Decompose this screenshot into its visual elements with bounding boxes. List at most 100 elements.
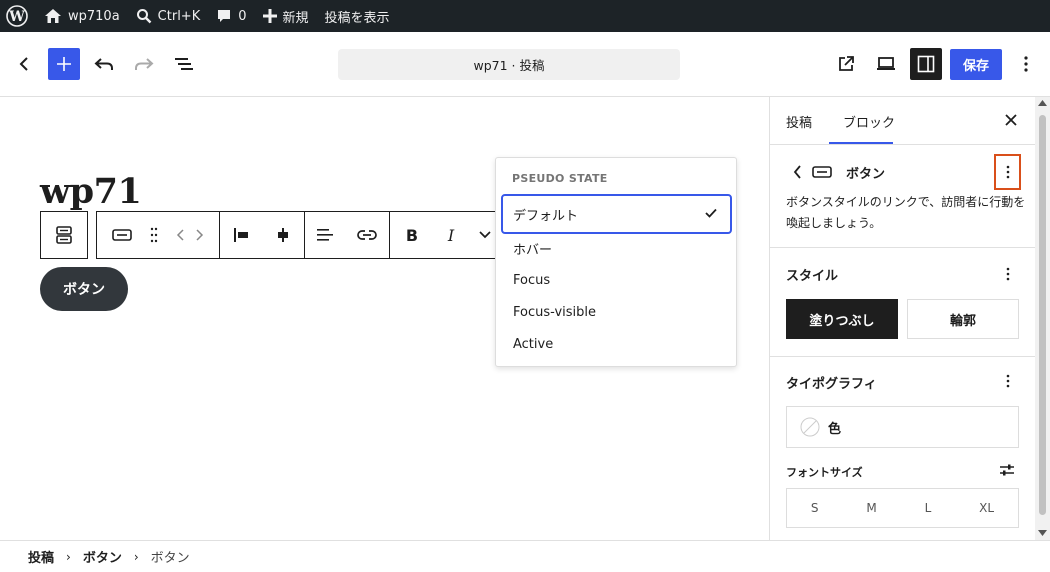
- typography-options-button[interactable]: [996, 369, 1020, 393]
- chevron-left-right-icon: [176, 229, 204, 241]
- view-post-button[interactable]: [830, 48, 862, 80]
- chevron-left-icon: [19, 57, 28, 71]
- settings-sliders-icon: [1000, 464, 1014, 476]
- color-swatch-icon: [800, 417, 820, 437]
- new-content-link[interactable]: 新規: [255, 0, 317, 32]
- button-block[interactable]: ボタン: [40, 267, 128, 311]
- align-left-icon: [317, 229, 333, 241]
- redo-icon: [135, 58, 154, 70]
- style-label: 塗りつぶし: [809, 313, 875, 329]
- drag-handle[interactable]: [147, 212, 161, 258]
- select-parent-button[interactable]: [41, 212, 87, 258]
- button-block-icon: [112, 229, 132, 241]
- justify-left-icon: [234, 228, 248, 242]
- breadcrumb-item-post[interactable]: 投稿: [28, 547, 54, 566]
- post-title[interactable]: wp71: [40, 171, 142, 212]
- more-vertical-icon: [1006, 165, 1009, 179]
- style-fill-button[interactable]: 塗りつぶし: [786, 299, 898, 339]
- buttons-block-icon: [56, 226, 72, 244]
- justify-left-button[interactable]: [220, 212, 262, 258]
- chevron-right-icon: ›: [133, 549, 139, 564]
- option-label: Active: [513, 336, 554, 352]
- block-back-button[interactable]: [786, 160, 810, 184]
- tab-label: 投稿: [786, 115, 813, 131]
- plus-icon: [57, 57, 71, 71]
- external-link-icon: [839, 56, 854, 71]
- style-outline-button[interactable]: 輪郭: [907, 299, 1019, 339]
- scrollbar-thumb[interactable]: [1039, 115, 1046, 515]
- font-size-label: フォントサイズ: [786, 466, 863, 479]
- font-size-option-m[interactable]: M: [866, 501, 876, 515]
- site-name: wp710a: [68, 8, 120, 24]
- link-button[interactable]: [345, 212, 389, 258]
- color-setting-button[interactable]: 色: [786, 406, 1019, 448]
- sidebar-icon: [917, 55, 935, 73]
- option-label: Focus-visible: [513, 304, 597, 320]
- chevron-left-icon: [793, 165, 801, 179]
- font-size-custom-button[interactable]: [995, 458, 1019, 482]
- svg-text:B: B: [406, 227, 418, 243]
- shortcut-label: Ctrl+K: [157, 8, 201, 24]
- scroll-down-icon: [1038, 530, 1047, 536]
- text-align-button[interactable]: [305, 212, 345, 258]
- redo-button[interactable]: [128, 48, 160, 80]
- tab-block[interactable]: ブロック: [843, 97, 895, 145]
- back-button[interactable]: [8, 48, 40, 80]
- option-label: Focus: [513, 272, 551, 288]
- undo-button[interactable]: [88, 48, 120, 80]
- list-view-icon: [175, 58, 193, 70]
- comments-count: 0: [238, 8, 247, 24]
- comments-link[interactable]: 0: [208, 0, 254, 32]
- breadcrumb-item-buttons[interactable]: ボタン: [83, 547, 122, 566]
- view-post-link[interactable]: 投稿を表示: [317, 0, 398, 32]
- block-type-button[interactable]: [97, 212, 147, 258]
- drag-handle-icon: [150, 227, 158, 243]
- move-buttons[interactable]: [161, 212, 219, 258]
- block-description: ボタンスタイルのリンクで、訪問者に行動を喚起しましょう。: [786, 195, 1026, 230]
- style-label: 輪郭: [949, 313, 976, 329]
- pseudo-state-menu: PSEUDO STATE デフォルト ホバー Focus Focus-visib…: [495, 157, 737, 367]
- justify-center-icon: [278, 228, 288, 242]
- document-title-bar[interactable]: wp71 · 投稿: [338, 49, 680, 80]
- search-icon: [136, 9, 152, 24]
- undo-icon: [94, 58, 113, 70]
- wordpress-logo-icon[interactable]: W: [0, 0, 36, 32]
- new-label: 新規: [282, 10, 309, 26]
- close-sidebar-button[interactable]: [999, 108, 1023, 132]
- settings-sidebar: 投稿 ブロック ボタン ボタンスタイルのリンクで、訪問者に行動を喚起しましょう。…: [769, 97, 1050, 540]
- save-button[interactable]: 保存: [950, 49, 1002, 80]
- options-menu-button[interactable]: [1010, 48, 1042, 80]
- chevron-down-icon: [479, 231, 491, 239]
- tab-label: ブロック: [843, 115, 896, 131]
- admin-bar: W wp710a Ctrl+K 0 新規 投稿を表示: [0, 0, 1050, 32]
- site-name-link[interactable]: wp710a: [36, 0, 128, 32]
- check-icon: [705, 208, 717, 218]
- block-card-title: ボタン: [846, 167, 886, 182]
- svg-text:W: W: [8, 9, 25, 25]
- scroll-up-icon: [1038, 100, 1047, 106]
- desktop-icon: [877, 57, 895, 70]
- block-parent-group: [40, 211, 88, 259]
- chevron-right-icon: ›: [66, 549, 71, 564]
- block-options-button[interactable]: [994, 154, 1021, 190]
- font-size-option-xl[interactable]: XL: [979, 501, 994, 515]
- font-size-option-s[interactable]: S: [811, 501, 819, 515]
- document-overview-button[interactable]: [168, 48, 200, 80]
- style-options-button[interactable]: [996, 262, 1020, 286]
- document-title: wp71 · 投稿: [473, 58, 545, 73]
- command-palette-link[interactable]: Ctrl+K: [128, 0, 209, 32]
- home-icon: [45, 9, 61, 23]
- block-inserter-button[interactable]: [48, 48, 80, 80]
- settings-toggle-button[interactable]: [910, 48, 942, 80]
- font-size-option-l[interactable]: L: [925, 501, 932, 515]
- sidebar-scrollbar[interactable]: [1035, 97, 1050, 540]
- bold-button[interactable]: B: [390, 212, 434, 258]
- divider: [770, 356, 1036, 357]
- preview-button[interactable]: [870, 48, 902, 80]
- pseudo-state-option-active[interactable]: Active: [501, 324, 732, 364]
- justify-center-button[interactable]: [262, 212, 304, 258]
- tab-post[interactable]: 投稿: [786, 97, 812, 145]
- italic-button[interactable]: I: [434, 212, 468, 258]
- more-vertical-icon: [1006, 374, 1010, 388]
- button-block-text[interactable]: ボタン: [63, 279, 105, 299]
